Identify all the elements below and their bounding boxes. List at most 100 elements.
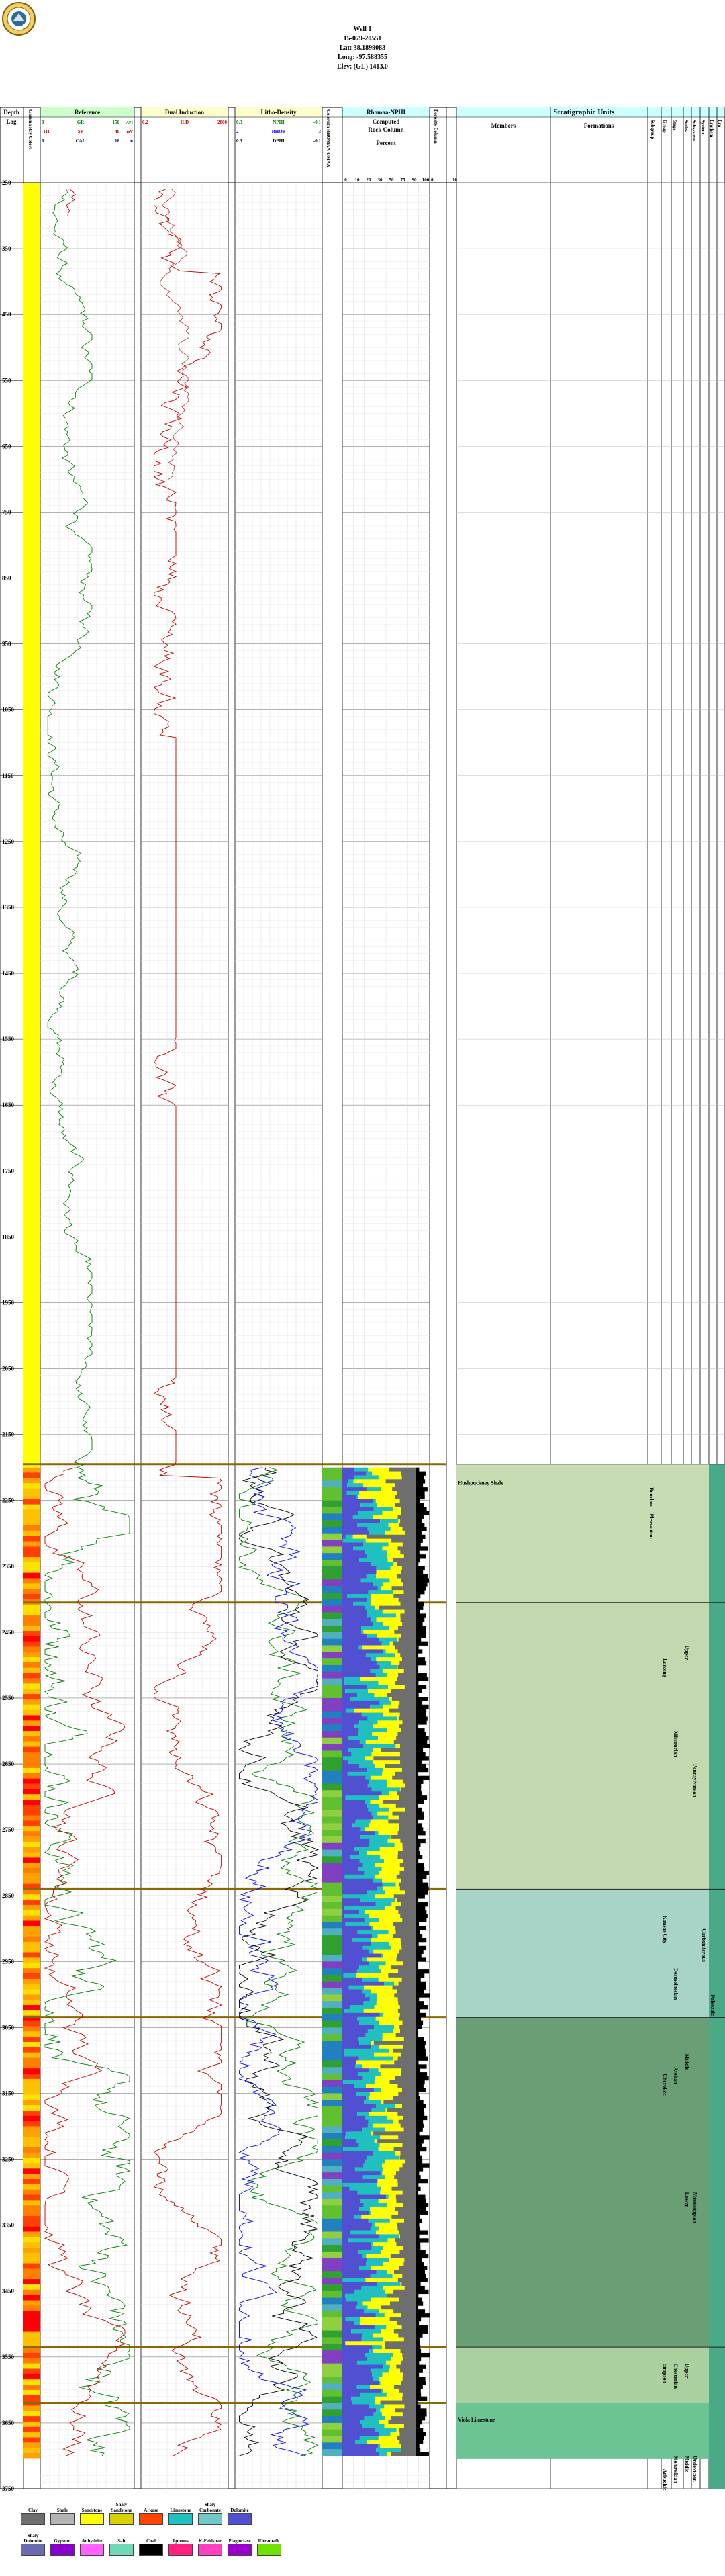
rock-column-segment xyxy=(342,2428,375,2433)
rock-column-segment xyxy=(368,1807,389,1812)
rock-column-segment xyxy=(397,1831,416,1836)
rock-column-segment xyxy=(402,1622,416,1626)
rock-column-segment xyxy=(359,2020,379,2025)
porosity-fill xyxy=(416,1693,419,1697)
gr-color-band xyxy=(23,2142,40,2148)
porosity-fill xyxy=(416,1645,419,1650)
gr-color-band xyxy=(23,2405,40,2411)
rock-column-segment xyxy=(345,1922,370,1926)
rock-column-segment xyxy=(342,2092,356,2096)
gr-color-band xyxy=(23,2194,40,2201)
porosity-fill xyxy=(416,1771,418,1777)
gr-color-band xyxy=(23,1841,40,1848)
porosity-fill xyxy=(416,1902,429,1907)
porosity-fill xyxy=(416,1767,429,1773)
rock-column-segment xyxy=(379,1870,400,1875)
porosity-fill xyxy=(416,1740,428,1745)
gr-color-band xyxy=(23,2063,40,2069)
rock-column-segment xyxy=(357,1693,375,1697)
porosity-fill xyxy=(416,1538,423,1543)
rock-column-segment xyxy=(389,1467,416,1472)
rock-column-segment xyxy=(375,1863,400,1867)
rock-column-segment xyxy=(365,2159,385,2164)
rock-column-segment xyxy=(356,1973,389,1978)
rock-column-segment xyxy=(389,1708,416,1713)
rock-column-segment xyxy=(390,2356,403,2362)
gr-color-band xyxy=(23,1789,40,1795)
lit-scale-name: NPHI xyxy=(273,120,285,125)
rock-column-segment xyxy=(400,1787,401,1792)
colorlith-band xyxy=(322,1586,342,1593)
rock-column-segment xyxy=(342,1704,371,1709)
rock-column-segment xyxy=(380,2250,400,2255)
rock-column-segment xyxy=(342,2080,344,2085)
rock-column-segment xyxy=(399,2266,416,2270)
rock-column-segment xyxy=(397,2008,416,2014)
gr-color-band xyxy=(23,2005,40,2011)
gr-color-band xyxy=(23,2426,40,2433)
rock-column-segment xyxy=(342,1834,360,1840)
porosity-fill xyxy=(416,1961,418,1966)
rock-column-segment xyxy=(342,1922,346,1926)
rock-column-segment xyxy=(357,2360,387,2365)
colorlith-band xyxy=(322,1875,342,1883)
rock-column-segment xyxy=(358,2056,393,2061)
porosity-fill xyxy=(416,1787,422,1792)
rock-column-segment xyxy=(365,1910,399,1915)
colorlith-band xyxy=(322,2060,342,2068)
strat-unit-band xyxy=(456,2403,725,2459)
rock-column-segment xyxy=(389,1807,405,1812)
rock-column-segment xyxy=(342,2044,372,2049)
rock-column-segment xyxy=(382,1771,395,1777)
rock-column-segment xyxy=(365,2352,393,2358)
rock-column-segment xyxy=(342,2238,349,2243)
porosity-fill xyxy=(416,1526,427,1531)
rock-column-segment xyxy=(375,1874,397,1879)
colorlith-band xyxy=(322,2251,342,2259)
rock-column-segment xyxy=(360,1834,391,1840)
porosity-fill xyxy=(416,2151,420,2156)
gr-color-band xyxy=(23,1557,40,1563)
rock-column-segment xyxy=(401,2444,416,2448)
rock-column-segment xyxy=(380,2072,401,2077)
ref-scale-left: -111 xyxy=(42,129,50,134)
ref-scale-name: GR xyxy=(77,120,85,125)
rock-column-segment xyxy=(403,2372,416,2377)
rock-column-segment xyxy=(358,2072,381,2077)
rock-column-segment xyxy=(350,1697,389,1701)
porosity-fill xyxy=(416,2412,427,2417)
rock-column-segment xyxy=(369,1949,374,1954)
rock-column-segment xyxy=(342,1838,370,1844)
colorlith-band xyxy=(322,2212,342,2219)
porosity-fill xyxy=(416,1519,422,1523)
rock-column-segment xyxy=(387,2203,403,2207)
rock-column-segment xyxy=(348,1479,354,1484)
gr-color-band xyxy=(23,2453,40,2459)
gr-color-band xyxy=(23,1800,40,1806)
rock-column-segment xyxy=(382,2171,396,2176)
rock-column-segment xyxy=(357,2190,381,2195)
rock-column-segment xyxy=(395,1483,416,1488)
rock-column-segment xyxy=(397,1574,416,1579)
rock-column-segment xyxy=(342,2190,358,2195)
rock-column-segment xyxy=(373,2377,380,2381)
colorlith-band xyxy=(322,1830,342,1837)
colorlith-band xyxy=(322,1599,342,1607)
colorlith-band xyxy=(322,2014,342,2022)
rock-column-segment xyxy=(348,2238,388,2243)
rock-column-segment xyxy=(342,1566,377,1571)
rock-column-segment xyxy=(403,2044,416,2049)
porosity-fill xyxy=(416,1779,424,1784)
rock-column-segment xyxy=(352,1938,371,1943)
colorlith-band xyxy=(322,1764,342,1771)
rock-column-segment xyxy=(342,1669,371,1674)
legend-label: Shaly Sandstone xyxy=(111,2502,132,2513)
rock-column-segment xyxy=(401,1941,416,1947)
colorlith-band xyxy=(322,1704,342,1712)
rock-column-segment xyxy=(346,1491,360,1496)
rock-column-segment xyxy=(342,1748,348,1752)
rock-column-segment xyxy=(365,1756,374,1761)
rock-column-segment xyxy=(391,1834,416,1840)
rock-column-segment xyxy=(383,2337,404,2342)
rock-column-segment xyxy=(397,1626,416,1630)
